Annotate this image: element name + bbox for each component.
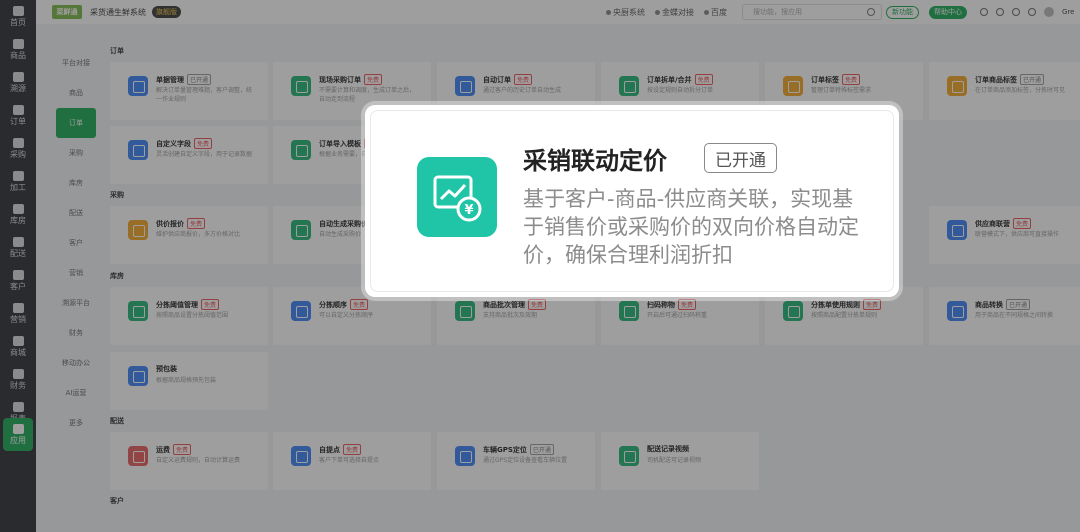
svg-text:¥: ¥ bbox=[464, 203, 473, 218]
popup-status-badge: 已开通 bbox=[704, 143, 777, 173]
popup-description: 基于客户-商品-供应商关联，实现基于销售价或采购价的双向价格自动定价，确保合理利… bbox=[523, 187, 859, 267]
popup-title: 采销联动定价 bbox=[523, 147, 667, 175]
feature-popup: ¥ 采销联动定价 已开通 基于客户-商品-供应商关联，实现基于销售价或采购价的双… bbox=[365, 105, 899, 297]
pricing-chart-icon: ¥ bbox=[417, 157, 497, 237]
feature-popup-frame: ¥ 采销联动定价 已开通 基于客户-商品-供应商关联，实现基于销售价或采购价的双… bbox=[370, 110, 894, 292]
